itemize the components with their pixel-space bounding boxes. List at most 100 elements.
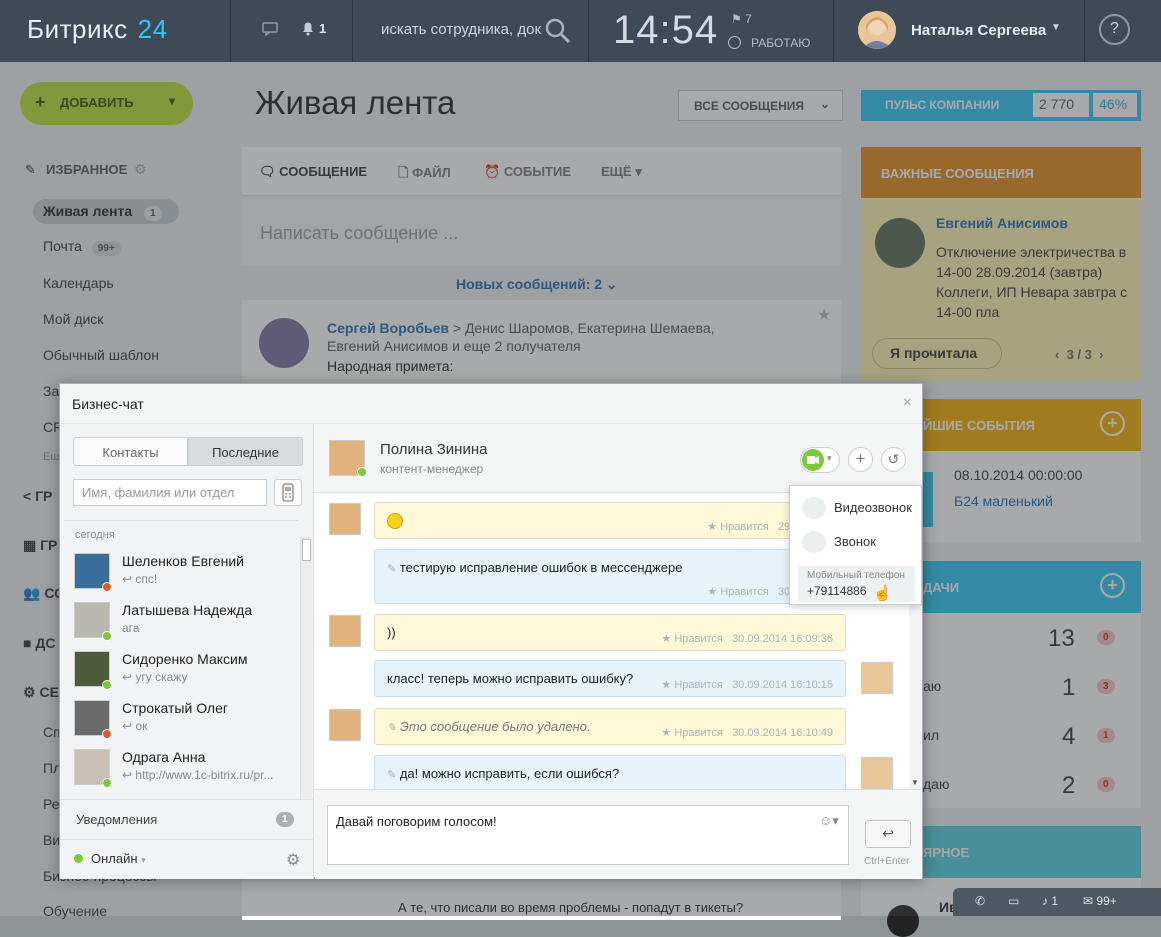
online-status-icon [357,467,367,477]
user-avatar[interactable] [858,11,896,49]
search-icon[interactable] [545,18,571,47]
chat-icon[interactable] [262,22,278,40]
call-menu: Видеозвонок Звонок Мобильный телефон +79… [789,485,922,605]
header-search-input[interactable]: искать сотрудника, док [381,21,541,38]
pencil-icon: ✎ [387,722,397,734]
notifications-badge: 1 [276,812,294,827]
message-input-area: Давай поговорим голосом! ☺▾ ↩ Ctrl+Enter [315,789,922,879]
business-chat-window: Бизнес-чат × Контакты Последние Имя, фам… [59,383,923,879]
contact-name: Сидоренко Максим [122,651,248,667]
contact-row[interactable]: Сидоренко Максим ↩ угу скажу [60,646,300,695]
user-name[interactable]: Наталья Сергеева [911,22,1046,39]
message-bubble[interactable]: ✎ да! можно исправить, если ошибся? [374,755,846,789]
mail-icon[interactable]: ✉ 99+ [1083,894,1117,908]
gear-icon[interactable]: ⚙ [286,850,300,870]
bottom-tray: ✆ ▭ ♪ 1 ✉ 99+ [953,888,1161,916]
peer-avatar [329,709,361,741]
menu-item-mobile-phone[interactable]: Мобильный телефон +79114886 ☝ [798,566,915,602]
contact-row[interactable]: Шеленков Евгений ↩ спс! [60,548,300,597]
history-icon[interactable]: ↺ [881,447,906,472]
user-avatar [861,757,893,789]
chat-icon[interactable]: ▭ [1008,894,1019,908]
message-bubble[interactable]: класс! теперь можно исправить ошибку? ★ … [374,660,846,697]
send-button[interactable]: ↩ [865,820,911,848]
send-hint: Ctrl+Enter [864,856,910,867]
tab-contacts[interactable]: Контакты [73,437,188,466]
header-divider [588,0,589,62]
contact-last-message: ага [122,621,140,635]
scroll-down-icon[interactable]: ▼ [911,778,919,787]
online-status-icon [102,778,112,788]
peer-avatar [329,615,361,647]
peer-name: Полина Зинина [380,441,488,458]
menu-item-video-call[interactable]: Видеозвонок [790,492,921,524]
online-status-icon [102,631,112,641]
busy-status-icon [102,582,112,592]
video-call-button[interactable]: ▾ [800,447,840,473]
smile-icon [387,513,403,529]
camera-icon [802,497,826,519]
add-user-button[interactable]: + [848,447,873,472]
camera-icon [802,449,824,471]
menu-item-call[interactable]: Звонок [790,526,921,558]
contact-last-message: ↩ угу скажу [122,670,188,684]
chevron-down-icon: ▾ [141,855,146,865]
peer-role: контент-менеджер [380,462,484,476]
contact-list-scrollbar[interactable] [300,537,312,799]
contact-row[interactable]: Латышева Надежда ага [60,597,300,646]
chevron-down-icon: ▾ [827,453,832,463]
contact-last-message: ↩ http://www.1c-bitrix.ru/pr... [122,768,274,782]
contact-last-message: ↩ ок [122,719,148,733]
flag-count: 7 [745,12,752,26]
header-divider [833,0,834,62]
header-divider [352,0,353,62]
divider [64,520,298,521]
chat-title: Бизнес-чат [60,384,922,424]
message-input[interactable]: Давай поговорим голосом! [327,805,849,865]
pencil-icon: ✎ [387,563,397,575]
message-meta: ★ Нравится 30.09.2014 16:10:15 [661,679,833,691]
message-bubble[interactable]: )) ★ Нравится 30.09.2014 16:09:36 [374,614,846,651]
message-bubble[interactable]: ✎ тестирую исправление ошибок в мессендж… [374,549,846,604]
scroll-thumb[interactable] [302,539,311,561]
status-selector[interactable]: Онлайн ▾ ⚙ [60,839,314,879]
contact-row[interactable]: Одрага Анна ↩ http://www.1c-bitrix.ru/pr… [60,744,300,793]
close-icon[interactable]: × [903,394,912,412]
contact-search-input[interactable]: Имя, фамилия или отдел [73,479,267,506]
message-meta: ★ Нравится 30.09.2014 16:09:36 [661,633,833,645]
user-avatar [861,662,893,694]
clock[interactable]: 14:54 [613,8,718,53]
peer-avatar [329,503,361,535]
message-meta: ★ Нравится 30.09.2014 16:10:49 [661,727,833,739]
work-status[interactable]: РАБОТАЮ [751,36,810,50]
hand-cursor-icon: ☝ [873,585,892,602]
contact-name: Строкатый Олег [122,700,228,716]
tab-recent[interactable]: Последние [188,437,303,466]
contact-name: Одрага Анна [122,749,206,765]
phone-icon[interactable] [274,479,302,506]
online-status-icon [102,680,112,690]
notifications-row[interactable]: Уведомления 1 [60,799,314,839]
contact-name: Шеленков Евгений [122,553,244,569]
date-separator: сегодня [75,529,115,541]
stop-icon[interactable] [728,36,741,49]
phone-icon [802,531,826,553]
mobile-label: Мобильный телефон [807,570,905,581]
logo[interactable]: Битрикс 24 [27,14,168,45]
help-button[interactable]: ? [1099,14,1130,45]
mobile-number: +79114886 [807,584,867,598]
online-dot-icon [74,854,83,863]
chevron-down-icon[interactable]: ▼ [1051,22,1061,33]
emoji-icon[interactable]: ☺▾ [819,813,839,829]
notif-count: 1 [319,21,327,36]
message-bubble-deleted[interactable]: ✎ Это сообщение было удалено. ★ Нравится… [374,708,846,745]
contact-last-message: ↩ спс! [122,572,158,586]
phone-icon[interactable]: ✆ [975,894,985,908]
contact-row[interactable]: Строкатый Олег ↩ ок [60,695,300,744]
bell-icon[interactable] [301,20,315,40]
flag-icon: ⚑ 7 [731,12,752,26]
contact-name: Латышева Надежда [122,602,253,618]
message-bubble[interactable]: ★ Нравится 29.09.2014 [374,502,846,539]
header-divider [230,0,231,62]
bell-icon[interactable]: ♪ 1 [1042,894,1058,908]
